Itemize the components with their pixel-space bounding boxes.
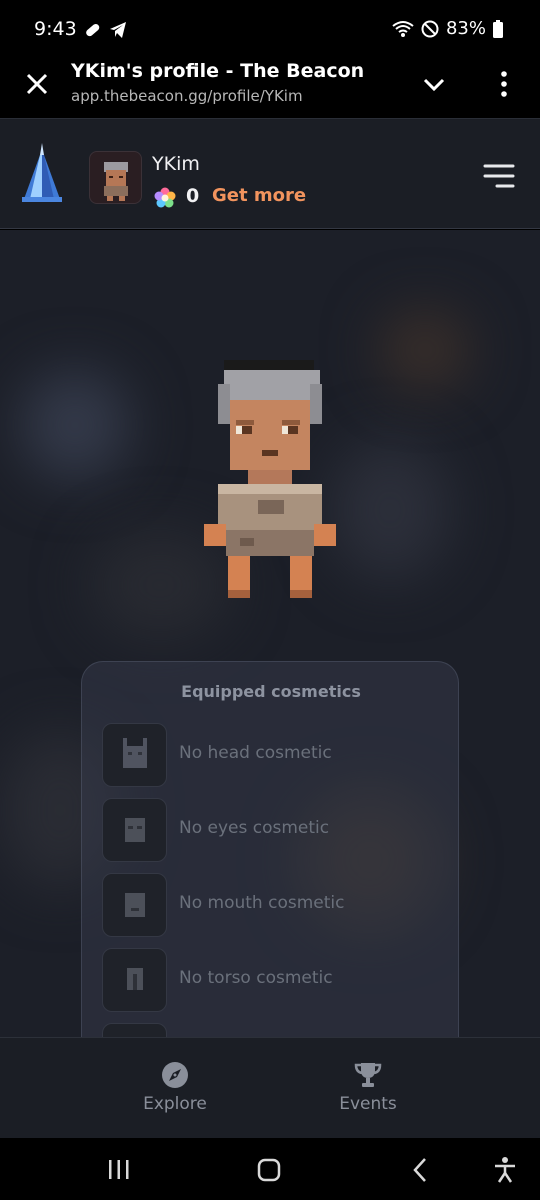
- nav-label: Explore: [143, 1094, 207, 1114]
- android-nav-bar: [0, 1138, 540, 1200]
- pill-icon: [86, 23, 100, 37]
- gem-icon: [154, 187, 176, 208]
- cosmetic-slot[interactable]: [102, 948, 167, 1012]
- cosmetic-slot[interactable]: [102, 798, 167, 862]
- nav-label: Events: [339, 1094, 397, 1114]
- page-title: YKim's profile - The Beacon: [71, 60, 365, 82]
- chevron-down-icon[interactable]: [420, 70, 448, 98]
- trophy-icon: [354, 1063, 382, 1087]
- torso-silhouette-icon: [126, 968, 143, 990]
- cosmetic-slot[interactable]: [102, 723, 167, 787]
- do-not-disturb-icon: [421, 20, 439, 37]
- status-left-icons: [82, 20, 128, 40]
- character-sprite: [204, 360, 336, 598]
- nav-events[interactable]: Events: [298, 1038, 438, 1139]
- cosmetic-row-mouth[interactable]: No mouth cosmetic: [102, 873, 442, 937]
- avatar[interactable]: [89, 151, 142, 204]
- gem-count: 0: [186, 185, 200, 207]
- browser-bar: YKim's profile - The Beacon app.thebeaco…: [0, 60, 540, 118]
- battery-icon: [493, 19, 503, 38]
- status-bar: 9:43 83%: [0, 0, 540, 60]
- cosmetic-row-head[interactable]: No head cosmetic: [102, 723, 442, 787]
- home-icon[interactable]: [254, 1156, 284, 1184]
- nav-explore[interactable]: Explore: [105, 1038, 245, 1139]
- battery-percent: 83%: [445, 18, 486, 39]
- panel-title: Equipped cosmetics: [181, 682, 361, 701]
- hamburger-menu-icon[interactable]: [483, 162, 515, 190]
- accessibility-icon[interactable]: [490, 1156, 520, 1184]
- get-more-link[interactable]: Get more: [212, 185, 306, 206]
- telegram-icon: [110, 22, 126, 38]
- cosmetic-label: No mouth cosmetic: [179, 893, 345, 913]
- eyes-silhouette-icon: [124, 818, 145, 842]
- cosmetic-label: No head cosmetic: [179, 743, 332, 763]
- cosmetic-slot[interactable]: [102, 1023, 167, 1037]
- page-url[interactable]: app.thebeacon.gg/profile/YKim: [71, 87, 303, 105]
- profile-scene: Equipped cosmetics No head cosmetic No e…: [0, 230, 540, 1037]
- close-icon[interactable]: [22, 69, 52, 99]
- wifi-icon: [392, 20, 414, 37]
- head-silhouette-icon: [122, 738, 147, 768]
- equipped-cosmetics-panel: Equipped cosmetics No head cosmetic No e…: [81, 661, 459, 1037]
- cosmetic-label: No torso cosmetic: [179, 968, 333, 988]
- cosmetic-row-eyes[interactable]: No eyes cosmetic: [102, 798, 442, 862]
- recent-apps-icon[interactable]: [104, 1156, 134, 1184]
- back-icon[interactable]: [406, 1156, 436, 1184]
- compass-icon: [162, 1062, 188, 1088]
- background-blur: [20, 370, 130, 480]
- status-time: 9:43: [34, 18, 77, 40]
- bottom-nav: Explore Events: [0, 1037, 540, 1138]
- more-options-icon[interactable]: [494, 68, 514, 100]
- mouth-silhouette-icon: [124, 893, 145, 917]
- background-blur: [330, 440, 450, 580]
- cosmetic-slot[interactable]: [102, 873, 167, 937]
- beacon-logo-icon[interactable]: [20, 141, 64, 205]
- app-header: YKim 0 Get more: [0, 118, 540, 229]
- status-right: 83%: [392, 18, 504, 39]
- avatar-character-icon: [104, 162, 128, 201]
- cosmetic-label: No eyes cosmetic: [179, 818, 330, 838]
- cosmetic-row-torso[interactable]: No torso cosmetic: [102, 948, 442, 1012]
- background-blur: [380, 310, 470, 390]
- cosmetic-row-partial[interactable]: [102, 1023, 442, 1037]
- screen: 9:43 83% YKim's profile - The Beacon app…: [0, 0, 540, 1200]
- username: YKim: [152, 153, 200, 175]
